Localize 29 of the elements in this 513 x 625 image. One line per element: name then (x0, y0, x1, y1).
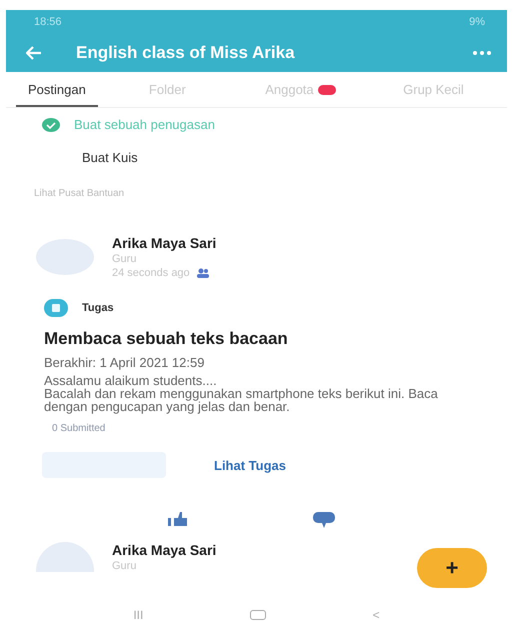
author-role: Guru (112, 560, 138, 572)
battery-level: 9% (469, 16, 485, 30)
post-time: 24 seconds ago (112, 267, 190, 279)
home-button[interactable] (250, 610, 266, 620)
assignment-text: Assalamu alaikum students.... (44, 374, 218, 387)
thumbs-up-icon[interactable] (168, 512, 188, 526)
assignment-title: Membaca sebuah teks bacaan (43, 328, 289, 349)
check-icon (42, 118, 60, 132)
more-icon[interactable] (473, 51, 491, 55)
back-icon[interactable] (26, 46, 42, 60)
due-date: Berakhir: 1 April 2021 12:59 (43, 354, 206, 370)
assignment-icon (44, 299, 68, 317)
back-button[interactable]: < (372, 608, 380, 622)
class-title: English class of Miss Arika (76, 43, 296, 63)
tab[interactable]: Postingan (16, 72, 98, 107)
author-name: Arika Maya Sari (112, 542, 216, 558)
author-role: Guru (112, 253, 138, 265)
assignment-text: Bacalah dan rekam menggunakan smartphone teks berikut ini. Baca dengan pengucapan yang jelas dan benar. (44, 387, 439, 413)
author-name: Arika Maya Sari (112, 235, 216, 251)
comment-icon[interactable] (312, 512, 335, 528)
action-link[interactable]: Buat sebuah penugasan (74, 117, 215, 132)
recents-button[interactable]: III (133, 608, 144, 622)
people-icon (196, 268, 210, 278)
status-time: 18:56 (34, 16, 62, 30)
post-type: Tugas (82, 302, 114, 314)
help-link[interactable]: Lihat Pusat Bantuan (34, 188, 124, 199)
add-button[interactable]: + (417, 548, 487, 588)
submission-count: 0 Submitted (51, 422, 106, 434)
action-link[interactable]: Buat Kuis (82, 150, 138, 165)
